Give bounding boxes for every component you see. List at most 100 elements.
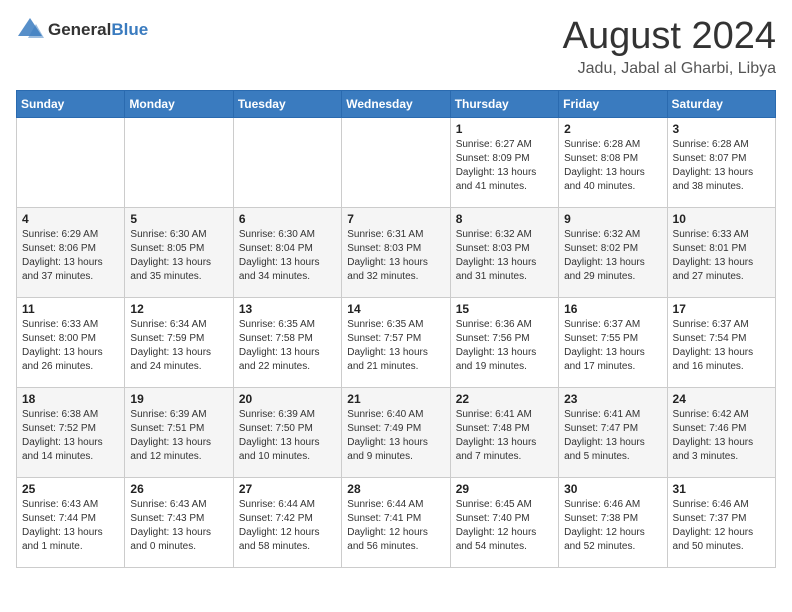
- day-number: 9: [564, 212, 661, 226]
- day-number: 7: [347, 212, 444, 226]
- calendar-cell: 13 Sunrise: 6:35 AM Sunset: 7:58 PM Dayli…: [233, 297, 341, 387]
- day-number: 27: [239, 482, 336, 496]
- calendar-cell: 16 Sunrise: 6:37 AM Sunset: 7:55 PM Dayli…: [559, 297, 667, 387]
- day-info: Sunrise: 6:33 AM Sunset: 8:01 PM Dayligh…: [673, 228, 770, 284]
- day-info: Sunrise: 6:38 AM Sunset: 7:52 PM Dayligh…: [22, 408, 119, 464]
- day-number: 25: [22, 482, 119, 496]
- calendar-cell: 24Sunrise: 6:42 AM Sunset: 7:46 PM Dayli…: [667, 387, 775, 477]
- day-info: Sunrise: 6:35 AM Sunset: 7:58 PM Dayligh…: [239, 318, 336, 374]
- day-info: Sunrise: 6:46 AM Sunset: 7:38 PM Dayligh…: [564, 498, 661, 554]
- day-info: Sunrise: 6:30 AM Sunset: 8:05 PM Dayligh…: [130, 228, 227, 284]
- logo: GeneralBlue: [16, 16, 148, 44]
- day-info: Sunrise: 6:36 AM Sunset: 7:56 PM Dayligh…: [456, 318, 553, 374]
- day-info: Sunrise: 6:35 AM Sunset: 7:57 PM Dayligh…: [347, 318, 444, 374]
- day-number: 29: [456, 482, 553, 496]
- logo-general: General: [48, 20, 111, 39]
- day-number: 23: [564, 392, 661, 406]
- day-number: 2: [564, 122, 661, 136]
- page-header: GeneralBlue August 2024 Jadu, Jabal al G…: [16, 16, 776, 78]
- calendar-cell: 1 Sunrise: 6:27 AM Sunset: 8:09 PM Daylig…: [450, 117, 558, 207]
- day-header-wednesday: Wednesday: [342, 90, 450, 117]
- day-number: 4: [22, 212, 119, 226]
- day-number: 17: [673, 302, 770, 316]
- calendar-cell: 4 Sunrise: 6:29 AM Sunset: 8:06 PM Daylig…: [17, 207, 125, 297]
- calendar-cell: 21Sunrise: 6:40 AM Sunset: 7:49 PM Dayli…: [342, 387, 450, 477]
- calendar-cell: 12 Sunrise: 6:34 AM Sunset: 7:59 PM Dayli…: [125, 297, 233, 387]
- calendar-cell: [342, 117, 450, 207]
- day-number: 14: [347, 302, 444, 316]
- calendar-cell: 9Sunrise: 6:32 AM Sunset: 8:02 PM Daylig…: [559, 207, 667, 297]
- calendar-cell: 6Sunrise: 6:30 AM Sunset: 8:04 PM Daylig…: [233, 207, 341, 297]
- calendar-cell: 17Sunrise: 6:37 AM Sunset: 7:54 PM Dayli…: [667, 297, 775, 387]
- calendar-cell: 2 Sunrise: 6:28 AM Sunset: 8:08 PM Daylig…: [559, 117, 667, 207]
- calendar-cell: 3 Sunrise: 6:28 AM Sunset: 8:07 PM Daylig…: [667, 117, 775, 207]
- calendar-cell: 29 Sunrise: 6:45 AM Sunset: 7:40 PM Dayli…: [450, 477, 558, 567]
- day-number: 21: [347, 392, 444, 406]
- day-info: Sunrise: 6:41 AM Sunset: 7:48 PM Dayligh…: [456, 408, 553, 464]
- day-number: 26: [130, 482, 227, 496]
- day-info: Sunrise: 6:28 AM Sunset: 8:08 PM Dayligh…: [564, 138, 661, 194]
- logo-icon: [16, 16, 44, 44]
- main-title: August 2024: [563, 16, 776, 58]
- day-number: 10: [673, 212, 770, 226]
- day-info: Sunrise: 6:33 AM Sunset: 8:00 PM Dayligh…: [22, 318, 119, 374]
- day-number: 19: [130, 392, 227, 406]
- day-number: 16: [564, 302, 661, 316]
- day-number: 1: [456, 122, 553, 136]
- calendar-cell: [125, 117, 233, 207]
- calendar-cell: 26 Sunrise: 6:43 AM Sunset: 7:43 PM Dayli…: [125, 477, 233, 567]
- day-header-saturday: Saturday: [667, 90, 775, 117]
- day-header-tuesday: Tuesday: [233, 90, 341, 117]
- calendar-cell: [233, 117, 341, 207]
- calendar-cell: 28 Sunrise: 6:44 AM Sunset: 7:41 PM Dayli…: [342, 477, 450, 567]
- day-number: 12: [130, 302, 227, 316]
- day-info: Sunrise: 6:32 AM Sunset: 8:03 PM Dayligh…: [456, 228, 553, 284]
- calendar-cell: 11 Sunrise: 6:33 AM Sunset: 8:00 PM Dayli…: [17, 297, 125, 387]
- day-info: Sunrise: 6:28 AM Sunset: 8:07 PM Dayligh…: [673, 138, 770, 194]
- calendar-cell: 10 Sunrise: 6:33 AM Sunset: 8:01 PM Dayli…: [667, 207, 775, 297]
- calendar-cell: 30 Sunrise: 6:46 AM Sunset: 7:38 PM Dayli…: [559, 477, 667, 567]
- calendar-cell: 23 Sunrise: 6:41 AM Sunset: 7:47 PM Dayli…: [559, 387, 667, 477]
- day-info: Sunrise: 6:45 AM Sunset: 7:40 PM Dayligh…: [456, 498, 553, 554]
- day-number: 15: [456, 302, 553, 316]
- calendar-cell: 19Sunrise: 6:39 AM Sunset: 7:51 PM Dayli…: [125, 387, 233, 477]
- calendar-cell: 7Sunrise: 6:31 AM Sunset: 8:03 PM Daylig…: [342, 207, 450, 297]
- day-info: Sunrise: 6:46 AM Sunset: 7:37 PM Dayligh…: [673, 498, 770, 554]
- day-info: Sunrise: 6:29 AM Sunset: 8:06 PM Dayligh…: [22, 228, 119, 284]
- day-number: 22: [456, 392, 553, 406]
- sub-title: Jadu, Jabal al Gharbi, Libya: [563, 60, 776, 78]
- day-number: 3: [673, 122, 770, 136]
- day-info: Sunrise: 6:34 AM Sunset: 7:59 PM Dayligh…: [130, 318, 227, 374]
- day-info: Sunrise: 6:37 AM Sunset: 7:55 PM Dayligh…: [564, 318, 661, 374]
- day-number: 28: [347, 482, 444, 496]
- title-block: August 2024 Jadu, Jabal al Gharbi, Libya: [563, 16, 776, 78]
- calendar-cell: 15 Sunrise: 6:36 AM Sunset: 7:56 PM Dayli…: [450, 297, 558, 387]
- day-info: Sunrise: 6:43 AM Sunset: 7:43 PM Dayligh…: [130, 498, 227, 554]
- day-header-friday: Friday: [559, 90, 667, 117]
- calendar-cell: 22 Sunrise: 6:41 AM Sunset: 7:48 PM Dayli…: [450, 387, 558, 477]
- day-info: Sunrise: 6:41 AM Sunset: 7:47 PM Dayligh…: [564, 408, 661, 464]
- calendar-cell: 25 Sunrise: 6:43 AM Sunset: 7:44 PM Dayli…: [17, 477, 125, 567]
- day-number: 13: [239, 302, 336, 316]
- day-info: Sunrise: 6:43 AM Sunset: 7:44 PM Dayligh…: [22, 498, 119, 554]
- calendar-cell: [17, 117, 125, 207]
- day-number: 24: [673, 392, 770, 406]
- day-header-sunday: Sunday: [17, 90, 125, 117]
- calendar-cell: 5Sunrise: 6:30 AM Sunset: 8:05 PM Daylig…: [125, 207, 233, 297]
- logo-blue: Blue: [111, 20, 148, 39]
- calendar-cell: 31 Sunrise: 6:46 AM Sunset: 7:37 PM Dayli…: [667, 477, 775, 567]
- week-row-3: 11 Sunrise: 6:33 AM Sunset: 8:00 PM Dayli…: [17, 297, 776, 387]
- day-number: 11: [22, 302, 119, 316]
- day-info: Sunrise: 6:44 AM Sunset: 7:41 PM Dayligh…: [347, 498, 444, 554]
- day-number: 8: [456, 212, 553, 226]
- day-info: Sunrise: 6:27 AM Sunset: 8:09 PM Dayligh…: [456, 138, 553, 194]
- day-number: 31: [673, 482, 770, 496]
- week-row-5: 25 Sunrise: 6:43 AM Sunset: 7:44 PM Dayli…: [17, 477, 776, 567]
- day-info: Sunrise: 6:30 AM Sunset: 8:04 PM Dayligh…: [239, 228, 336, 284]
- calendar-cell: 27 Sunrise: 6:44 AM Sunset: 7:42 PM Dayli…: [233, 477, 341, 567]
- day-info: Sunrise: 6:44 AM Sunset: 7:42 PM Dayligh…: [239, 498, 336, 554]
- day-number: 20: [239, 392, 336, 406]
- day-number: 30: [564, 482, 661, 496]
- week-row-2: 4 Sunrise: 6:29 AM Sunset: 8:06 PM Daylig…: [17, 207, 776, 297]
- calendar-cell: 14 Sunrise: 6:35 AM Sunset: 7:57 PM Dayli…: [342, 297, 450, 387]
